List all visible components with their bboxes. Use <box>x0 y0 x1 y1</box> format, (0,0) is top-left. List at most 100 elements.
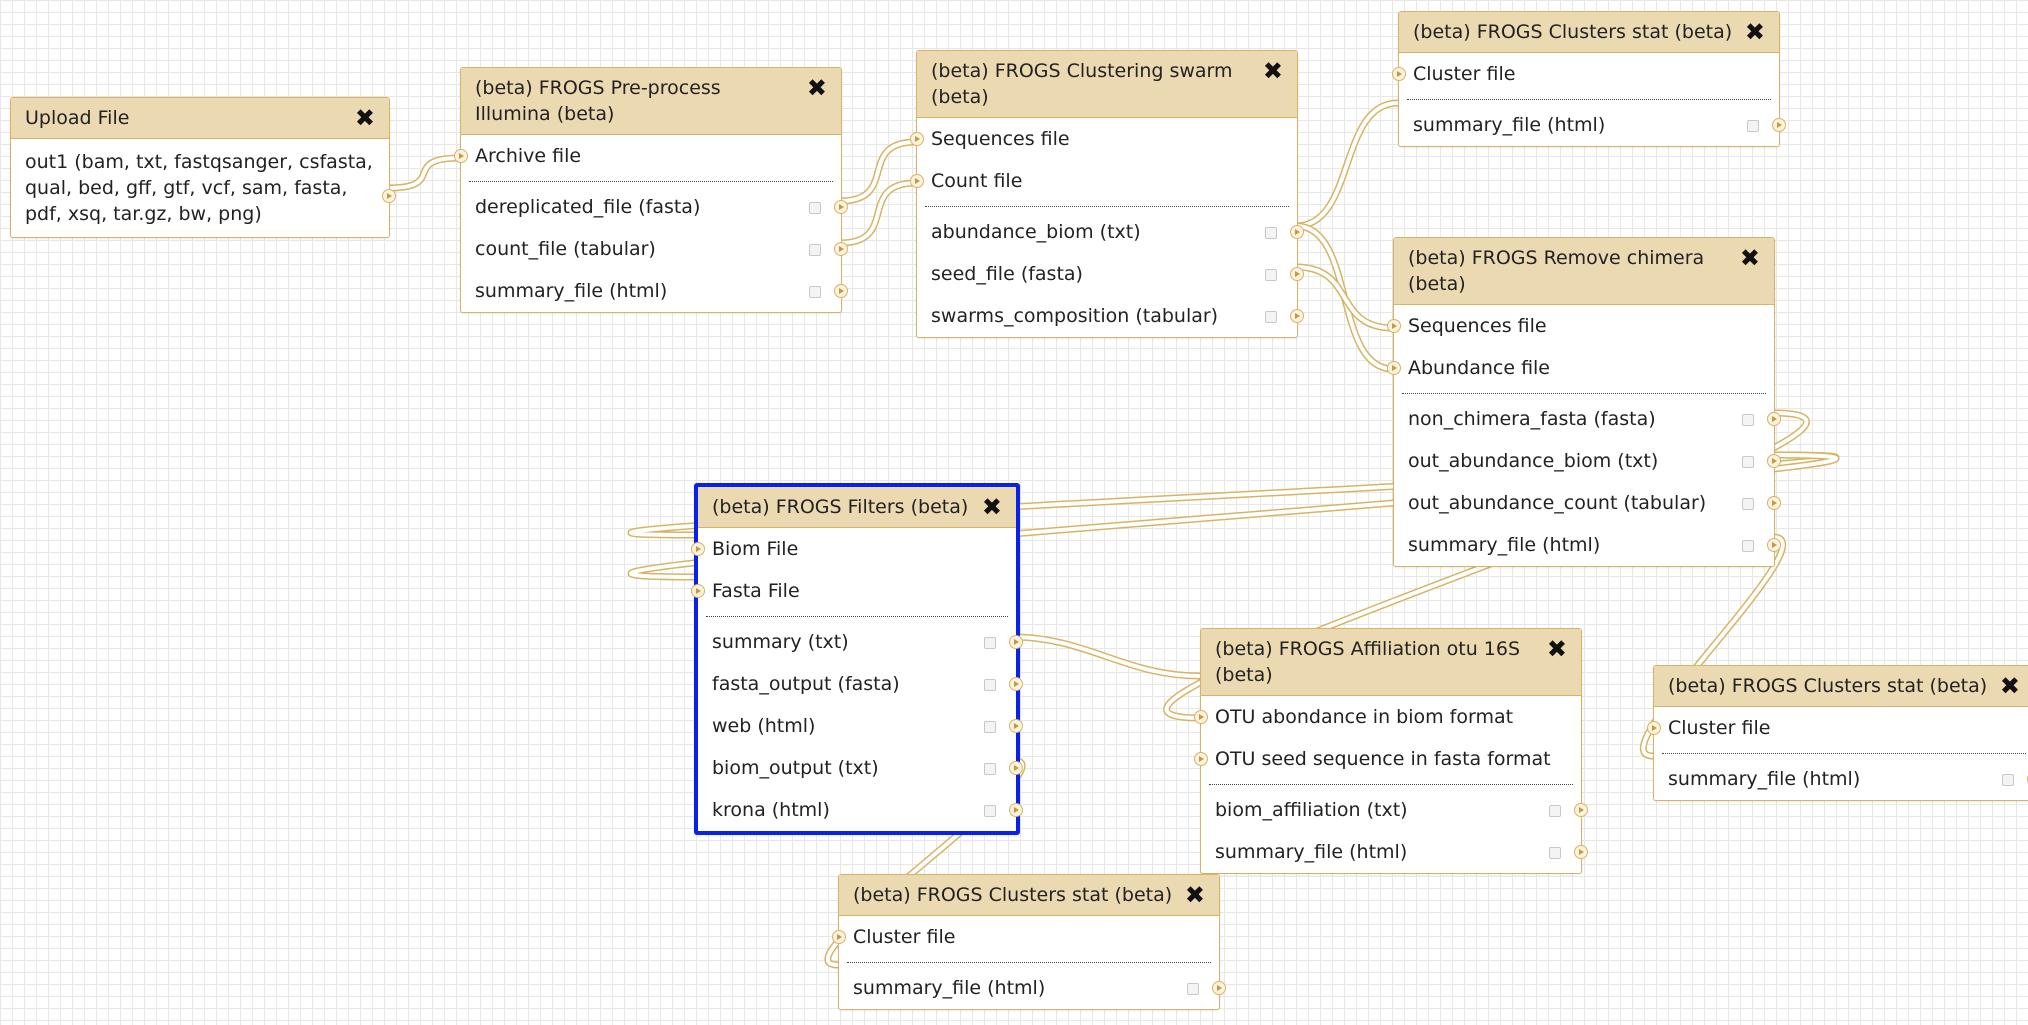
output-terminal-icon[interactable] <box>1767 454 1781 468</box>
node-frogs-clusters-stat[interactable]: (beta) FROGS Clusters stat (beta) ✖ Clus… <box>1392 11 1786 147</box>
node-frogs-clusters-stat[interactable]: (beta) FROGS Clusters stat (beta) ✖ Clus… <box>832 874 1226 1010</box>
output-checkbox[interactable] <box>809 244 821 256</box>
node-frogs-preprocess[interactable]: (beta) FROGS Pre-process Illumina (beta)… <box>454 67 848 313</box>
output-row: out_abundance_biom (txt) <box>1394 440 1781 482</box>
output-checkbox[interactable] <box>1549 847 1561 859</box>
close-icon[interactable]: ✖ <box>1185 882 1205 908</box>
wire-fill <box>1295 101 1399 228</box>
output-terminal-icon[interactable] <box>834 242 848 256</box>
wire-fill <box>839 181 917 245</box>
workflow-canvas[interactable]: Upload File ✖ out1 (bam, txt, fastqsange… <box>0 0 2028 1025</box>
output-checkbox[interactable] <box>1187 983 1199 995</box>
node-frogs-remove-chimera[interactable]: (beta) FROGS Remove chimera (beta) ✖ Seq… <box>1387 237 1781 567</box>
node-header[interactable]: (beta) FROGS Filters (beta) ✖ <box>698 487 1016 528</box>
input-row: Cluster file <box>1392 53 1779 95</box>
wire-outline <box>839 138 917 205</box>
output-terminal-icon[interactable] <box>834 284 848 298</box>
output-checkbox[interactable] <box>1742 498 1754 510</box>
close-icon[interactable]: ✖ <box>982 494 1002 520</box>
output-terminal-icon[interactable] <box>1290 309 1304 323</box>
input-terminal-icon[interactable] <box>1194 710 1208 724</box>
node-frogs-clusters-stat[interactable]: (beta) FROGS Clusters stat (beta) ✖ Clus… <box>1647 665 2028 801</box>
output-terminal-icon[interactable] <box>1574 803 1588 817</box>
output-checkbox[interactable] <box>809 286 821 298</box>
node-header[interactable]: (beta) FROGS Pre-process Illumina (beta)… <box>461 68 841 135</box>
node-title: (beta) FROGS Clusters stat (beta) <box>1413 21 1733 43</box>
input-label: Cluster file <box>853 926 956 948</box>
node-header[interactable]: (beta) FROGS Clusters stat (beta) ✖ <box>1399 12 1779 53</box>
input-terminal-icon[interactable] <box>691 542 705 556</box>
input-terminal-icon[interactable] <box>454 149 468 163</box>
output-terminal-icon[interactable] <box>1767 538 1781 552</box>
close-icon[interactable]: ✖ <box>807 75 827 101</box>
node-frogs-filters[interactable]: (beta) FROGS Filters (beta) ✖ Biom File … <box>691 483 1023 835</box>
input-row: Abundance file <box>1387 347 1774 389</box>
output-terminal-icon[interactable] <box>382 189 396 203</box>
input-terminal-icon[interactable] <box>910 174 924 188</box>
input-terminal-icon[interactable] <box>1387 361 1401 375</box>
output-terminal-icon[interactable] <box>834 200 848 214</box>
node-header[interactable]: (beta) FROGS Clusters stat (beta) ✖ <box>839 875 1219 916</box>
input-terminal-icon[interactable] <box>910 132 924 146</box>
close-icon[interactable]: ✖ <box>1263 58 1283 84</box>
output-label: summary_file (html) <box>1413 114 1606 136</box>
node-frogs-affiliation[interactable]: (beta) FROGS Affiliation otu 16S (beta) … <box>1194 628 1588 874</box>
output-terminal-icon[interactable] <box>1767 496 1781 510</box>
output-row: swarms_composition (tabular) <box>917 295 1304 337</box>
output-terminal-icon[interactable] <box>1574 845 1588 859</box>
input-terminal-icon[interactable] <box>1647 721 1661 735</box>
output-checkbox[interactable] <box>1549 805 1561 817</box>
node-header[interactable]: Upload File ✖ <box>11 98 389 139</box>
input-label: Abundance file <box>1408 357 1550 379</box>
output-terminal-icon[interactable] <box>1772 118 1786 132</box>
node-header[interactable]: (beta) FROGS Clustering swarm (beta) ✖ <box>917 51 1297 118</box>
close-icon[interactable]: ✖ <box>2000 673 2020 699</box>
output-checkbox[interactable] <box>984 679 996 691</box>
close-icon[interactable]: ✖ <box>1547 636 1567 662</box>
output-checkbox[interactable] <box>1742 456 1754 468</box>
wire-outline <box>1295 263 1394 332</box>
close-icon[interactable]: ✖ <box>1740 245 1760 271</box>
node-upload-file[interactable]: Upload File ✖ out1 (bam, txt, fastqsange… <box>10 97 396 238</box>
output-checkbox[interactable] <box>1265 269 1277 281</box>
output-row: summary_file (html) <box>1654 758 2028 800</box>
output-terminal-icon[interactable] <box>1290 225 1304 239</box>
output-label: summary_file (html) <box>475 280 668 302</box>
node-header[interactable]: (beta) FROGS Affiliation otu 16S (beta) … <box>1201 629 1581 696</box>
output-terminal-icon[interactable] <box>1767 412 1781 426</box>
input-terminal-icon[interactable] <box>1392 67 1406 81</box>
output-label: abundance_biom (txt) <box>931 221 1141 243</box>
node-header[interactable]: (beta) FROGS Clusters stat (beta) ✖ <box>1654 666 2028 707</box>
output-checkbox[interactable] <box>984 805 996 817</box>
output-checkbox[interactable] <box>984 637 996 649</box>
output-checkbox[interactable] <box>809 202 821 214</box>
output-terminal-icon[interactable] <box>1290 267 1304 281</box>
output-terminal-icon[interactable] <box>1009 719 1023 733</box>
output-terminal-icon[interactable] <box>1009 677 1023 691</box>
output-checkbox[interactable] <box>1265 227 1277 239</box>
input-row: OTU seed sequence in fasta format <box>1194 738 1581 780</box>
node-frogs-clustering-swarm[interactable]: (beta) FROGS Clustering swarm (beta) ✖ S… <box>910 50 1304 338</box>
divider <box>1407 99 1771 100</box>
output-checkbox[interactable] <box>2002 774 2014 786</box>
output-terminal-icon[interactable] <box>1009 803 1023 817</box>
output-terminal-icon[interactable] <box>1009 635 1023 649</box>
input-terminal-icon[interactable] <box>1387 319 1401 333</box>
input-terminal-icon[interactable] <box>1194 752 1208 766</box>
output-checkbox[interactable] <box>1742 414 1754 426</box>
node-header[interactable]: (beta) FROGS Remove chimera (beta) ✖ <box>1394 238 1774 305</box>
output-terminal-icon[interactable] <box>1212 981 1226 995</box>
wire-outline <box>839 179 917 247</box>
output-checkbox[interactable] <box>1265 311 1277 323</box>
close-icon[interactable]: ✖ <box>1745 19 1765 45</box>
output-checkbox[interactable] <box>1747 120 1759 132</box>
output-checkbox[interactable] <box>984 763 996 775</box>
input-label: Cluster file <box>1668 717 1771 739</box>
close-icon[interactable]: ✖ <box>355 105 375 131</box>
input-label: OTU seed sequence in fasta format <box>1215 748 1551 770</box>
input-terminal-icon[interactable] <box>832 930 846 944</box>
input-terminal-icon[interactable] <box>691 584 705 598</box>
output-checkbox[interactable] <box>1742 540 1754 552</box>
output-terminal-icon[interactable] <box>1009 761 1023 775</box>
output-checkbox[interactable] <box>984 721 996 733</box>
